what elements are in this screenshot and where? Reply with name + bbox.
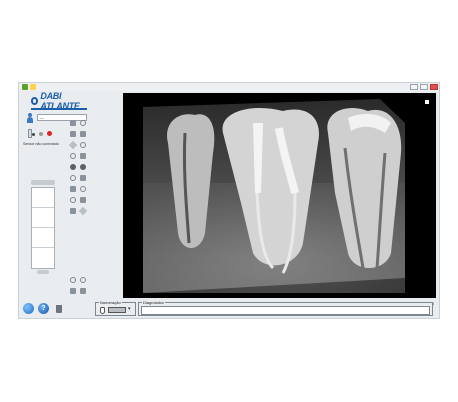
maximize-button[interactable] — [420, 84, 428, 90]
help-button[interactable]: ? — [38, 303, 49, 314]
sensor-status-text: Sensor não conectado — [23, 142, 59, 146]
rotate-right-icon[interactable] — [80, 131, 86, 137]
ruler-icon[interactable] — [70, 208, 76, 214]
thumbnail-panel — [31, 180, 55, 274]
app-icon — [22, 84, 28, 90]
chevron-down-icon[interactable]: ▾ — [128, 306, 131, 312]
tooth-icon — [100, 307, 105, 314]
home-button[interactable] — [23, 303, 34, 314]
title-bar — [19, 83, 439, 91]
logo-mark-icon — [31, 97, 39, 105]
brand-logo: DABI ATLANTE — [31, 91, 93, 111]
numeracao-group: Numeração ▾ — [95, 300, 136, 316]
thumbnail-separator — [32, 207, 54, 208]
arrow-icon[interactable] — [70, 120, 76, 126]
grid-icon[interactable] — [70, 288, 76, 294]
filter-icon[interactable] — [70, 153, 76, 159]
brightness-icon[interactable] — [70, 164, 76, 170]
text-icon[interactable] — [80, 197, 86, 203]
redo-icon[interactable] — [80, 277, 86, 283]
close-button[interactable] — [430, 84, 438, 90]
rotate-left-icon[interactable] — [70, 131, 76, 137]
xray-viewer[interactable]: 26/10/2018 09:24:15 — [123, 93, 436, 306]
flip-icon[interactable] — [80, 120, 86, 126]
contrast-icon[interactable] — [80, 164, 86, 170]
user-field[interactable]: — — [37, 114, 87, 121]
thumbnail-scroll-down[interactable] — [37, 270, 49, 274]
user-icon — [27, 113, 33, 123]
viewer-corner-marker[interactable] — [424, 99, 430, 105]
logo-underline — [31, 108, 87, 110]
zoom-icon[interactable] — [68, 140, 78, 150]
left-panel: DABI ATLANTE — Sensor não conectado ? — [19, 91, 93, 320]
thumbnail-separator — [32, 247, 54, 248]
annotate-icon[interactable] — [70, 197, 76, 203]
app-window: DABI ATLANTE — Sensor não conectado ? Nu… — [18, 82, 440, 319]
minimize-button[interactable] — [410, 84, 418, 90]
folder-icon[interactable] — [30, 84, 36, 90]
xray-image — [143, 99, 405, 293]
diagnostico-label: Diagnóstico — [142, 300, 165, 305]
pan-icon[interactable] — [80, 142, 86, 148]
sensor-icon — [27, 129, 35, 139]
bottom-bar: Numeração ▾ Diagnóstico — [95, 300, 433, 317]
measure-icon[interactable] — [70, 186, 76, 192]
calibrate-icon[interactable] — [78, 206, 88, 216]
angle-icon[interactable] — [80, 186, 86, 192]
sharpen-icon[interactable] — [80, 153, 86, 159]
invert-icon[interactable] — [70, 175, 76, 181]
thumbnail-separator — [32, 227, 54, 228]
diagnostico-group: Diagnóstico — [138, 300, 433, 316]
layout-icon[interactable] — [80, 288, 86, 294]
thumbnail-list[interactable] — [31, 187, 55, 269]
undo-icon[interactable] — [70, 277, 76, 283]
thumbnail-scroll-up[interactable] — [31, 180, 55, 185]
diagnostico-input[interactable] — [141, 306, 430, 315]
trash-icon[interactable] — [56, 305, 62, 313]
sensor-disconnected-indicator — [47, 131, 52, 136]
tooth-number-input[interactable] — [108, 307, 126, 313]
color-icon[interactable] — [80, 175, 86, 181]
sensor-idle-indicator — [39, 132, 43, 136]
numeracao-label: Numeração — [99, 300, 122, 305]
